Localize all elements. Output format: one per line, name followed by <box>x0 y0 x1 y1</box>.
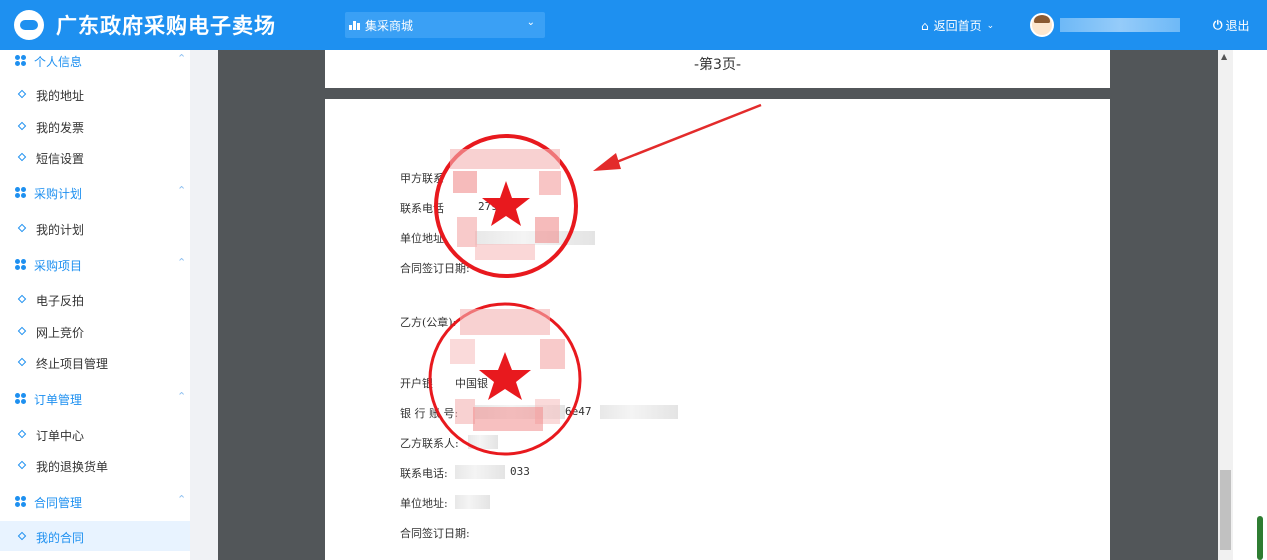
sidebar-item-my-invoice[interactable]: 我的发票 <box>0 111 190 141</box>
chevron-up-icon: ⌃ <box>177 52 187 65</box>
grid-icon <box>15 187 27 199</box>
seals-and-arrow-overlay <box>428 103 762 456</box>
chevron-up-icon: ⌃ <box>177 493 187 506</box>
sidebar-item-label: 我的退换货单 <box>36 460 109 474</box>
right-gutter <box>1233 50 1267 560</box>
sidebar-item-my-address[interactable]: 我的地址 <box>0 79 190 109</box>
sidebar-group-label: 采购项目 <box>34 259 83 273</box>
chevron-down-icon: ⌄ <box>986 20 995 31</box>
chevron-up-icon: ⌃ <box>177 184 187 197</box>
sidebar-group-label: 订单管理 <box>34 393 83 407</box>
page-number: -第3页- <box>693 57 741 73</box>
sidebar-item-label: 我的合同 <box>36 531 85 545</box>
chevron-up-icon: ⌃ <box>177 256 187 269</box>
avatar <box>1030 13 1054 37</box>
vertical-scrollbar[interactable]: ▲ <box>1218 50 1233 560</box>
diamond-icon <box>17 460 27 470</box>
sidebar-item-terminated-projects[interactable]: 终止项目管理 <box>0 347 190 377</box>
sidebar-group-label: 采购计划 <box>34 187 83 201</box>
sidebar-item-returns[interactable]: 我的退换货单 <box>0 450 190 480</box>
diamond-icon <box>17 357 27 367</box>
red-arrow-annotation <box>593 103 762 171</box>
sidebar-item-label: 我的计划 <box>36 223 85 237</box>
sidebar-item-my-contract[interactable]: 我的合同 <box>0 521 190 551</box>
logout-label: 退出 <box>1225 19 1250 33</box>
grid-icon <box>15 55 27 67</box>
power-icon: ⏻ <box>1213 18 1223 32</box>
site-title: 广东政府采购电子卖场 <box>56 13 276 38</box>
scroll-up-arrow-icon[interactable]: ▲ <box>1221 52 1227 61</box>
chevron-up-icon: ⌃ <box>177 390 187 403</box>
sidebar-item-label: 短信设置 <box>36 152 85 166</box>
sidebar-item-online-bidding[interactable]: 网上竞价 <box>0 316 190 346</box>
sidebar-item-label: 终止项目管理 <box>36 357 109 371</box>
sidebar-item-my-plan[interactable]: 我的计划 <box>0 213 190 243</box>
grid-icon <box>15 259 27 271</box>
sidebar-group-label: 个人信息 <box>34 55 83 69</box>
diamond-icon <box>17 429 27 439</box>
grid-icon <box>15 393 27 405</box>
side-indicator-bar <box>1257 516 1263 560</box>
site-logo[interactable]: 广东政府采购电子卖场 <box>14 10 276 40</box>
sidebar-item-sms-settings[interactable]: 短信设置 <box>0 142 190 172</box>
home-icon: ⌂ <box>921 18 929 33</box>
party-b-seal-stamp <box>428 302 582 456</box>
sidebar-group-purchase-plan[interactable]: 采购计划 ⌃ <box>0 182 190 204</box>
sidebar-item-label: 网上竞价 <box>36 326 85 340</box>
scrollbar-thumb[interactable] <box>1220 470 1231 550</box>
diamond-icon <box>17 326 27 336</box>
grid-icon <box>15 496 27 508</box>
sidebar-group-purchase-project[interactable]: 采购项目 ⌃ <box>0 254 190 276</box>
sidebar-item-label: 订单中心 <box>36 429 85 443</box>
sidebar-item-label: 我的地址 <box>36 89 85 103</box>
top-navigation-bar: 广东政府采购电子卖场 集采商城 ⌄ ⌂ 返回首页 ⌄ ⏻ 退出 <box>0 0 1267 50</box>
sidebar-group-contract-management[interactable]: 合同管理 ⌃ <box>0 491 190 513</box>
diamond-icon <box>17 152 27 162</box>
diamond-icon <box>17 223 27 233</box>
pdf-page-3-bottom: -第3页- <box>325 50 1110 88</box>
sidebar-item-label: 我的发票 <box>36 121 85 135</box>
diamond-icon <box>17 531 27 541</box>
home-link-label: 返回首页 <box>933 19 982 33</box>
user-name-redacted <box>1060 18 1180 32</box>
sidebar: 个人信息 ⌃ 我的地址 我的发票 短信设置 采购计划 ⌃ 我的计划 采购项目 ⌃… <box>0 50 190 560</box>
bar-chart-icon <box>349 20 361 30</box>
chevron-down-icon: ⌄ <box>526 17 535 28</box>
diamond-icon <box>17 89 27 99</box>
sidebar-group-order-management[interactable]: 订单管理 ⌃ <box>0 388 190 410</box>
diamond-icon <box>17 294 27 304</box>
sidebar-group-personal-info[interactable]: 个人信息 ⌃ <box>0 50 190 72</box>
sidebar-item-order-center[interactable]: 订单中心 <box>0 419 190 449</box>
party-a-seal-stamp <box>434 134 578 278</box>
diamond-icon <box>17 121 27 131</box>
logout-button[interactable]: ⏻ 退出 <box>1213 17 1250 34</box>
user-menu[interactable] <box>1030 13 1180 37</box>
store-select-dropdown[interactable]: 集采商城 ⌄ <box>345 12 545 38</box>
sidebar-item-reverse-auction[interactable]: 电子反拍 <box>0 284 190 314</box>
pdf-page-4: 甲方联系 联系电话 27936 单位地址 合同签订日期: 乙方(公章): 开户银… <box>325 99 1110 560</box>
logo-icon <box>14 10 44 40</box>
home-link[interactable]: ⌂ 返回首页 ⌄ <box>921 17 994 34</box>
sidebar-item-label: 电子反拍 <box>36 294 85 308</box>
sidebar-group-label: 合同管理 <box>34 496 83 510</box>
store-select-value: 集采商城 <box>365 18 414 33</box>
pdf-viewer[interactable]: -第3页- 甲方联系 联系电话 27936 单位地址 合同签订日期: 乙方(公章… <box>218 50 1218 560</box>
